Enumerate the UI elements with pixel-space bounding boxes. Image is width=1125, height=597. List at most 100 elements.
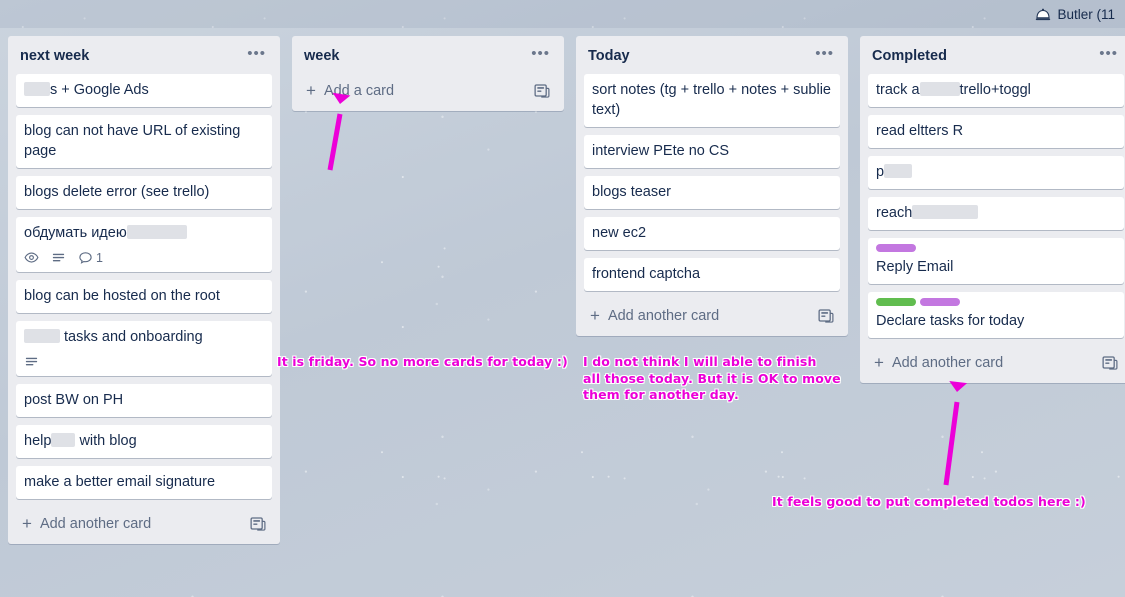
badge-comment: 1 [78,250,103,265]
add-card-label: Add another card [39,515,152,532]
card-template-icon[interactable] [817,307,834,324]
list-menu-ellipsis-icon[interactable]: ••• [809,46,840,66]
list-header: week ••• [292,36,564,74]
card-text-after: ѕ + Google Ads [50,82,149,98]
list-menu-ellipsis-icon[interactable]: ••• [525,46,556,66]
card-list: ѕ + Google Ads blog can not have URL of e… [8,74,280,499]
plus-icon: + [874,352,884,372]
card-title: blogs delete error (see trello) [24,182,264,202]
card-label-chip[interactable] [876,244,916,252]
card-title: Reply Email [876,257,1116,277]
card-text-after: tasks and onboarding [60,329,203,345]
card[interactable]: post BW on PH [16,384,272,417]
card-title: post BW on PH [24,390,264,410]
badge-description [51,250,66,265]
card-text-before: track a [876,82,920,98]
card[interactable]: Declare tasks for today [868,292,1124,338]
badge-description [24,354,39,369]
card[interactable]: blog can not have URL of existing page [16,115,272,168]
add-card-label: Add another card [607,307,720,324]
add-card-row[interactable]: + Add another card [864,346,1125,379]
card-text-before: blog can be hosted on the root [24,288,220,304]
watching-eye-icon [24,250,39,265]
card-title: р [876,162,1116,182]
list: next week ••• ѕ + Google Ads blog can not h… [8,36,280,544]
add-card-left: + Add another card [874,352,1004,372]
card[interactable]: reach [868,197,1124,230]
card-text-before: blogs delete error (see trello) [24,184,210,200]
card[interactable]: frontend captcha [584,258,840,291]
board-header: Butler (11 [0,0,1125,28]
card[interactable]: р [868,156,1124,189]
list-title[interactable]: Today [588,46,630,66]
trello-board: Butler (11 next week ••• ѕ + Google Ads blo… [0,0,1125,597]
card-text-before: new ec2 [592,225,647,241]
card[interactable]: blogs teaser [584,176,840,209]
list-header: Completed ••• [860,36,1125,74]
list: Today ••• sort notes (tg + trello + notes … [576,36,848,336]
card-title: ѕ + Google Ads [24,80,264,100]
card-text-before: make a better email signature [24,474,216,490]
description-icon [51,250,66,265]
arrow-to-completed-list [943,381,968,486]
card-title: make a better email signature [24,472,264,492]
card-title: Declare tasks for today [876,311,1116,331]
card[interactable]: Reply Email [868,238,1124,284]
card-text-before: interview PEte no CS [592,143,730,159]
annotation-text: It feels good to put completed todos her… [772,494,1086,509]
card-list: track a trello+toggl read eltters R р reach R… [860,74,1125,338]
card-title: blog can be hosted on the root [24,286,264,306]
card[interactable]: help with blog [16,425,272,458]
plus-icon: + [22,513,32,533]
card[interactable]: обдумать идею 1 [16,217,272,272]
plus-icon: + [306,80,316,100]
card[interactable]: new ec2 [584,217,840,250]
list-title[interactable]: Completed [872,46,947,66]
badge-watching-eye [24,250,39,265]
card[interactable]: track a trello+toggl [868,74,1124,107]
card-text-before: blog can not have URL of existing page [24,123,241,159]
card-title: reach [876,203,1116,223]
annotation-text: It is friday. So no more cards for today… [277,354,568,369]
add-card-row[interactable]: + Add another card [580,299,844,332]
card[interactable]: sort notes (tg + trello + notes + sublie… [584,74,840,127]
butler-label: Butler (11 [1057,6,1115,22]
card-badges: 1 [24,250,264,265]
card[interactable]: blog can be hosted on the root [16,280,272,313]
card-list: sort notes (tg + trello + notes + sublie… [576,74,848,291]
card[interactable]: interview PEte no CS [584,135,840,168]
card-title: help with blog [24,431,264,451]
butler-button[interactable]: Butler (11 [1027,0,1121,28]
butler-bell-icon [1036,8,1051,20]
card-text-before: frontend captcha [592,266,701,282]
add-card-label: Add another card [891,354,1004,371]
card-text-before: read eltters R [876,123,964,139]
card-title: blog can not have URL of existing page [24,121,264,161]
list-title[interactable]: week [304,46,339,66]
card[interactable]: ѕ + Google Ads [16,74,272,107]
card[interactable]: tasks and onboarding [16,321,272,376]
list-menu-ellipsis-icon[interactable]: ••• [241,46,272,66]
redacted-text [919,82,960,96]
card-template-icon[interactable] [249,515,266,532]
card-label-chip[interactable] [876,298,916,306]
card[interactable]: read eltters R [868,115,1124,148]
card[interactable]: make a better email signature [16,466,272,499]
plus-icon: + [590,305,600,325]
card-text-before: Reply Email [876,259,954,275]
card-title: interview PEte no CS [592,141,832,161]
redacted-text [126,225,187,239]
list-menu-ellipsis-icon[interactable]: ••• [1093,46,1124,66]
card-template-icon[interactable] [1101,354,1118,371]
arrow-to-week-add-card [327,92,351,171]
card[interactable]: blogs delete error (see trello) [16,176,272,209]
card-template-icon[interactable] [533,82,550,99]
card-label-chip[interactable] [920,298,960,306]
redacted-text [24,329,60,343]
card-text-after: trello+toggl [959,82,1031,98]
list: Completed ••• track a trello+toggl read eltt… [860,36,1125,383]
comment-icon [78,250,93,265]
list-title[interactable]: next week [20,46,89,66]
add-card-left: + Add another card [590,305,720,325]
add-card-row[interactable]: + Add another card [12,507,276,540]
